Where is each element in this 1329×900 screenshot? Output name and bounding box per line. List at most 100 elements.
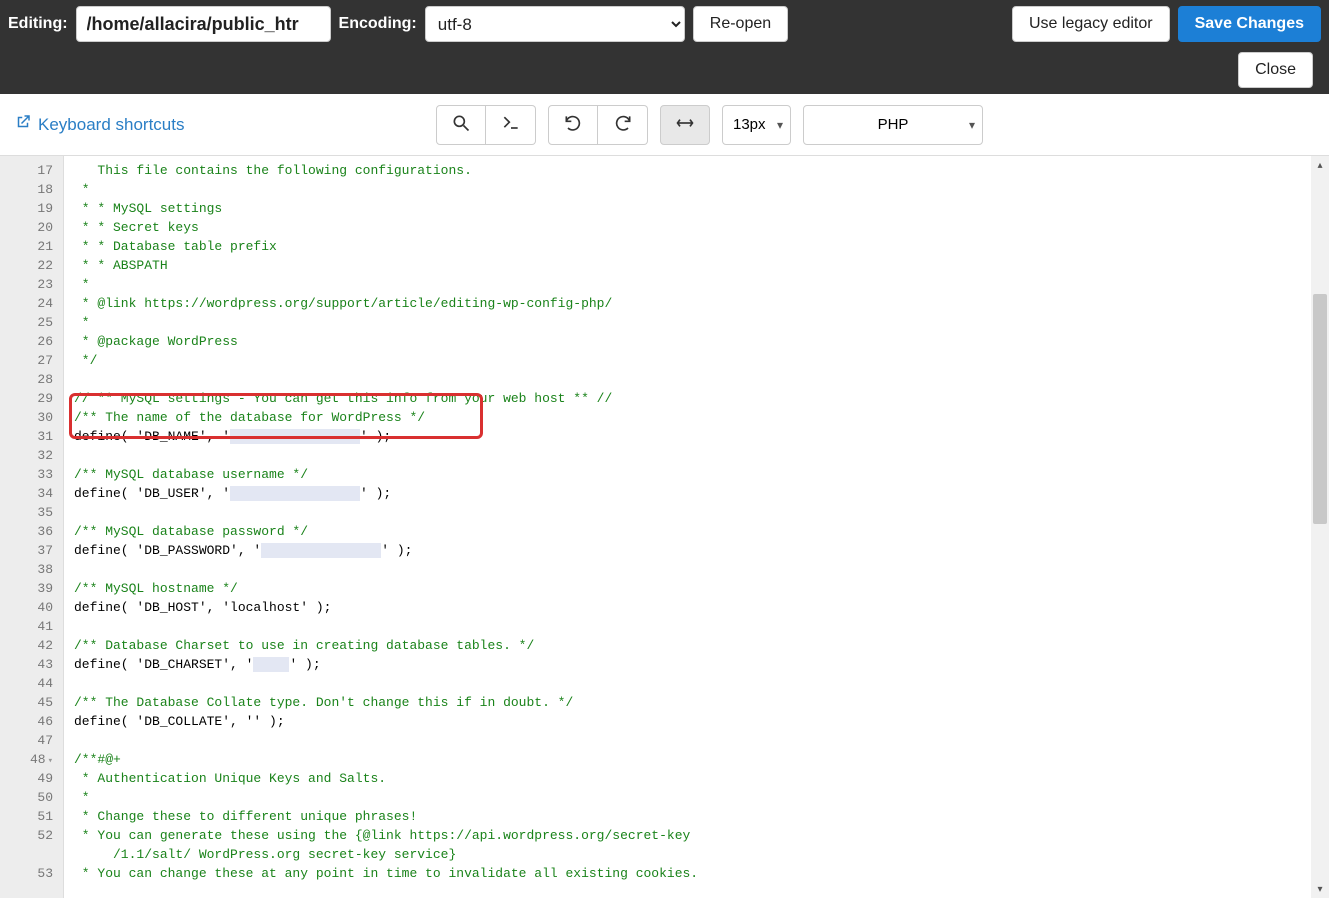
scrollbar-thumb[interactable] [1313,294,1327,524]
code-line[interactable]: define( 'DB_PASSWORD', '' ); [74,541,1329,560]
line-number: 17 [4,161,53,180]
code-line[interactable]: define( 'DB_USER', '' ); [74,484,1329,503]
scroll-up-icon[interactable]: ▴ [1311,156,1329,174]
code-line[interactable]: * @package WordPress [74,332,1329,351]
code-line[interactable]: /** Database Charset to use in creating … [74,636,1329,655]
line-number: 25 [4,313,53,332]
code-line[interactable]: * You can change these at any point in t… [74,864,1329,883]
code-line[interactable]: /** The Database Collate type. Don't cha… [74,693,1329,712]
line-number: 38 [4,560,53,579]
code-line[interactable] [74,731,1329,750]
line-number: 32 [4,446,53,465]
code-line[interactable]: * You can generate these using the {@lin… [74,826,1329,845]
redacted-value [261,543,381,558]
redacted-value [230,429,360,444]
code-line[interactable]: // ** MySQL settings - You can get this … [74,389,1329,408]
code-area[interactable]: This file contains the following configu… [64,156,1329,898]
code-line[interactable] [74,446,1329,465]
file-path-input[interactable] [76,6,331,42]
line-number: 34 [4,484,53,503]
redacted-value [230,486,360,501]
line-number: 18 [4,180,53,199]
code-line[interactable]: /** The name of the database for WordPre… [74,408,1329,427]
code-line[interactable]: This file contains the following configu… [74,161,1329,180]
code-line[interactable]: define( 'DB_COLLATE', '' ); [74,712,1329,731]
reopen-button[interactable]: Re-open [693,6,788,42]
encoding-label: Encoding: [339,15,417,33]
code-line[interactable]: * [74,180,1329,199]
code-line[interactable]: * [74,275,1329,294]
code-line[interactable]: * Change these to different unique phras… [74,807,1329,826]
line-number: 19 [4,199,53,218]
wrap-icon [675,113,695,136]
line-number: 42 [4,636,53,655]
line-number: 35 [4,503,53,522]
code-line[interactable]: * [74,788,1329,807]
line-number: 44 [4,674,53,693]
code-line[interactable]: * * Secret keys [74,218,1329,237]
line-number [4,845,53,864]
line-number: 37 [4,541,53,560]
editing-label: Editing: [8,15,68,33]
vertical-scrollbar[interactable]: ▴ ▾ [1311,156,1329,898]
code-line[interactable]: define( 'DB_HOST', 'localhost' ); [74,598,1329,617]
legacy-editor-button[interactable]: Use legacy editor [1012,6,1170,42]
code-line[interactable]: * @link https://wordpress.org/support/ar… [74,294,1329,313]
editor-topbar: Editing: Encoding: utf-8 Re-open Use leg… [0,0,1329,94]
code-line[interactable]: /** MySQL database username */ [74,465,1329,484]
line-number: 47 [4,731,53,750]
line-number: 28 [4,370,53,389]
find-group [436,105,536,145]
scrollbar-track[interactable] [1311,174,1329,880]
line-number: 30 [4,408,53,427]
undo-icon [563,113,583,136]
wrap-toggle-button[interactable] [660,105,710,145]
line-number: 41 [4,617,53,636]
line-number: 51 [4,807,53,826]
language-select[interactable]: PHP [803,105,983,145]
scroll-down-icon[interactable]: ▾ [1311,880,1329,898]
code-line[interactable]: * * ABSPATH [74,256,1329,275]
code-line[interactable]: * Authentication Unique Keys and Salts. [74,769,1329,788]
line-number: 29 [4,389,53,408]
terminal-button[interactable] [486,105,536,145]
line-number: 39 [4,579,53,598]
save-changes-button[interactable]: Save Changes [1178,6,1321,42]
encoding-select[interactable]: utf-8 [425,6,685,42]
redo-button[interactable] [598,105,648,145]
search-icon [451,113,471,136]
code-line[interactable] [74,503,1329,522]
search-button[interactable] [436,105,486,145]
external-link-icon [14,113,32,136]
code-line[interactable]: /** MySQL database password */ [74,522,1329,541]
history-group [548,105,648,145]
code-line[interactable] [74,674,1329,693]
code-line[interactable]: /** MySQL hostname */ [74,579,1329,598]
code-line[interactable]: * * Database table prefix [74,237,1329,256]
code-line[interactable]: */ [74,351,1329,370]
font-size-select[interactable]: 13px [722,105,791,145]
close-button[interactable]: Close [1238,52,1313,88]
line-number: 40 [4,598,53,617]
line-number: 46 [4,712,53,731]
code-line[interactable]: /**#@+ [74,750,1329,769]
line-number: 33 [4,465,53,484]
code-editor[interactable]: 1718192021222324252627282930313233343536… [0,156,1329,898]
code-line[interactable] [74,560,1329,579]
line-number: 45 [4,693,53,712]
code-line[interactable] [74,617,1329,636]
line-number: 20 [4,218,53,237]
line-number: 21 [4,237,53,256]
code-line[interactable] [74,370,1329,389]
line-number: 43 [4,655,53,674]
code-line[interactable]: * [74,313,1329,332]
line-number: 23 [4,275,53,294]
line-number: 31 [4,427,53,446]
code-line[interactable]: /1.1/salt/ WordPress.org secret-key serv… [74,845,1329,864]
undo-button[interactable] [548,105,598,145]
code-line[interactable]: * * MySQL settings [74,199,1329,218]
code-line[interactable]: define( 'DB_NAME', '' ); [74,427,1329,446]
keyboard-shortcuts-link[interactable]: Keyboard shortcuts [14,113,184,136]
code-line[interactable]: define( 'DB_CHARSET', '' ); [74,655,1329,674]
editor-toolbar: Keyboard shortcuts [0,94,1329,156]
